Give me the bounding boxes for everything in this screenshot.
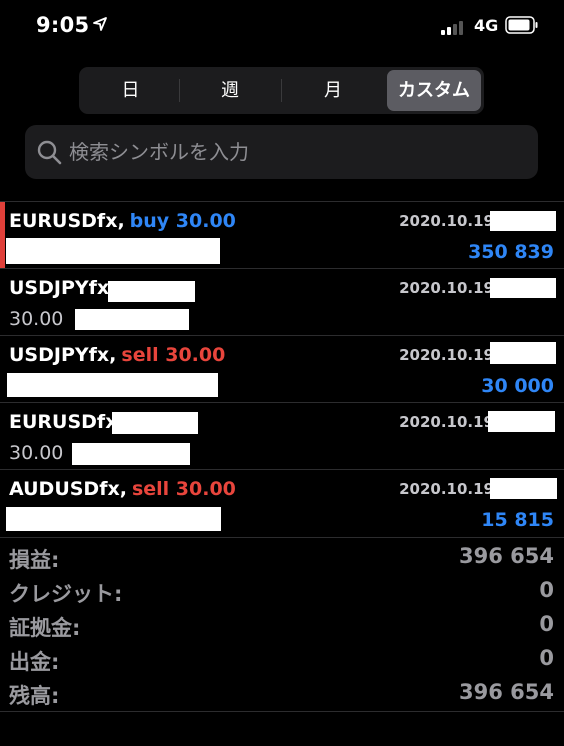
balance-label: 残高: <box>9 684 60 708</box>
redacted-time <box>490 211 556 231</box>
summary-profit: 損益: 396 654 <box>0 538 564 572</box>
deal-type: buy 30.00 <box>129 210 236 232</box>
divider <box>0 711 564 712</box>
deal-title: USDJPYfx, <box>9 277 116 299</box>
redacted-prices <box>7 373 218 397</box>
deal-date: 2020.10.19 <box>399 413 494 431</box>
deal-profit: 350 839 <box>468 241 554 263</box>
search-icon <box>37 140 62 165</box>
redacted-time <box>490 278 556 298</box>
withdrawal-label: 出金: <box>9 650 60 674</box>
deposit-value: 0 <box>539 612 554 636</box>
summary-deposit: 証拠金: 0 <box>0 606 564 640</box>
battery-icon <box>505 16 538 34</box>
deal-type: sell 30.00 <box>131 478 236 500</box>
deal-symbol: USDJPYfx, <box>9 344 117 366</box>
redacted-prices <box>72 443 190 465</box>
redacted-prices <box>6 238 220 264</box>
cellular-signal-icon <box>441 19 467 35</box>
redacted-time <box>488 411 555 432</box>
tab-week[interactable]: 週 <box>180 70 280 111</box>
tab-month[interactable]: 月 <box>282 70 384 111</box>
deal-symbol: EURUSDfx, <box>9 411 125 433</box>
summary-withdrawal: 出金: 0 <box>0 640 564 674</box>
trade-history-screen: 9:05 4G 日 週 月 カスタム 検索シンボルを入力 EURUSDfx, b… <box>0 0 564 746</box>
account-summary: 損益: 396 654 クレジット: 0 証拠金: 0 出金: 0 残高: 39… <box>0 537 564 711</box>
credit-value: 0 <box>539 578 554 602</box>
period-segmented-control: 日 週 月 カスタム <box>79 67 484 114</box>
location-arrow-icon <box>93 17 107 31</box>
deal-symbol: EURUSDfx, <box>9 210 125 232</box>
tab-custom[interactable]: カスタム <box>387 70 481 111</box>
deal-row[interactable]: EURUSDfx, 2020.10.19 30.00 <box>0 402 564 469</box>
balance-value: 396 654 <box>459 680 554 704</box>
deposit-label: 証拠金: <box>9 616 81 640</box>
redacted-type <box>112 412 198 434</box>
deal-row[interactable]: USDJPYfx, 2020.10.19 30.00 <box>0 268 564 335</box>
redacted-prices <box>75 309 189 330</box>
symbol-search-bar[interactable] <box>25 125 538 179</box>
deal-row[interactable]: AUDUSDfx, sell 30.00 2020.10.19 15 815 <box>0 469 564 536</box>
deal-title: EURUSDfx, buy 30.00 <box>9 210 236 232</box>
deal-row[interactable]: USDJPYfx, sell 30.00 2020.10.19 30 000 <box>0 335 564 402</box>
deal-title: USDJPYfx, sell 30.00 <box>9 344 225 366</box>
deal-profit: 15 815 <box>481 509 554 531</box>
profit-label: 損益: <box>9 548 60 572</box>
redacted-time <box>490 478 557 499</box>
redacted-type <box>108 281 195 302</box>
search-input[interactable] <box>69 133 519 171</box>
network-type: 4G <box>474 16 499 35</box>
deal-symbol: AUDUSDfx, <box>9 478 127 500</box>
deal-profit: 30 000 <box>481 375 554 397</box>
deal-date: 2020.10.19 <box>399 346 494 364</box>
withdrawal-value: 0 <box>539 646 554 670</box>
redacted-prices <box>6 507 221 531</box>
status-bar: 9:05 4G <box>0 0 564 52</box>
deal-title: AUDUSDfx, sell 30.00 <box>9 478 236 500</box>
deal-date: 2020.10.19 <box>399 279 494 297</box>
deal-list: EURUSDfx, buy 30.00 2020.10.19 350 839 US… <box>0 201 564 536</box>
credit-label: クレジット: <box>9 582 123 606</box>
redacted-time <box>490 342 556 364</box>
profit-value: 396 654 <box>459 544 554 568</box>
deal-volume: 30.00 <box>9 442 64 464</box>
tab-day[interactable]: 日 <box>82 70 179 111</box>
deal-title: EURUSDfx, <box>9 411 125 433</box>
status-time: 9:05 <box>36 13 90 37</box>
deal-symbol: USDJPYfx, <box>9 277 117 299</box>
summary-credit: クレジット: 0 <box>0 572 564 606</box>
deal-row[interactable]: EURUSDfx, buy 30.00 2020.10.19 350 839 <box>0 201 564 268</box>
deal-date: 2020.10.19 <box>399 480 494 498</box>
deal-type: sell 30.00 <box>121 344 226 366</box>
deal-date: 2020.10.19 <box>399 212 494 230</box>
summary-balance: 残高: 396 654 <box>0 674 564 708</box>
deal-volume: 30.00 <box>9 308 64 330</box>
